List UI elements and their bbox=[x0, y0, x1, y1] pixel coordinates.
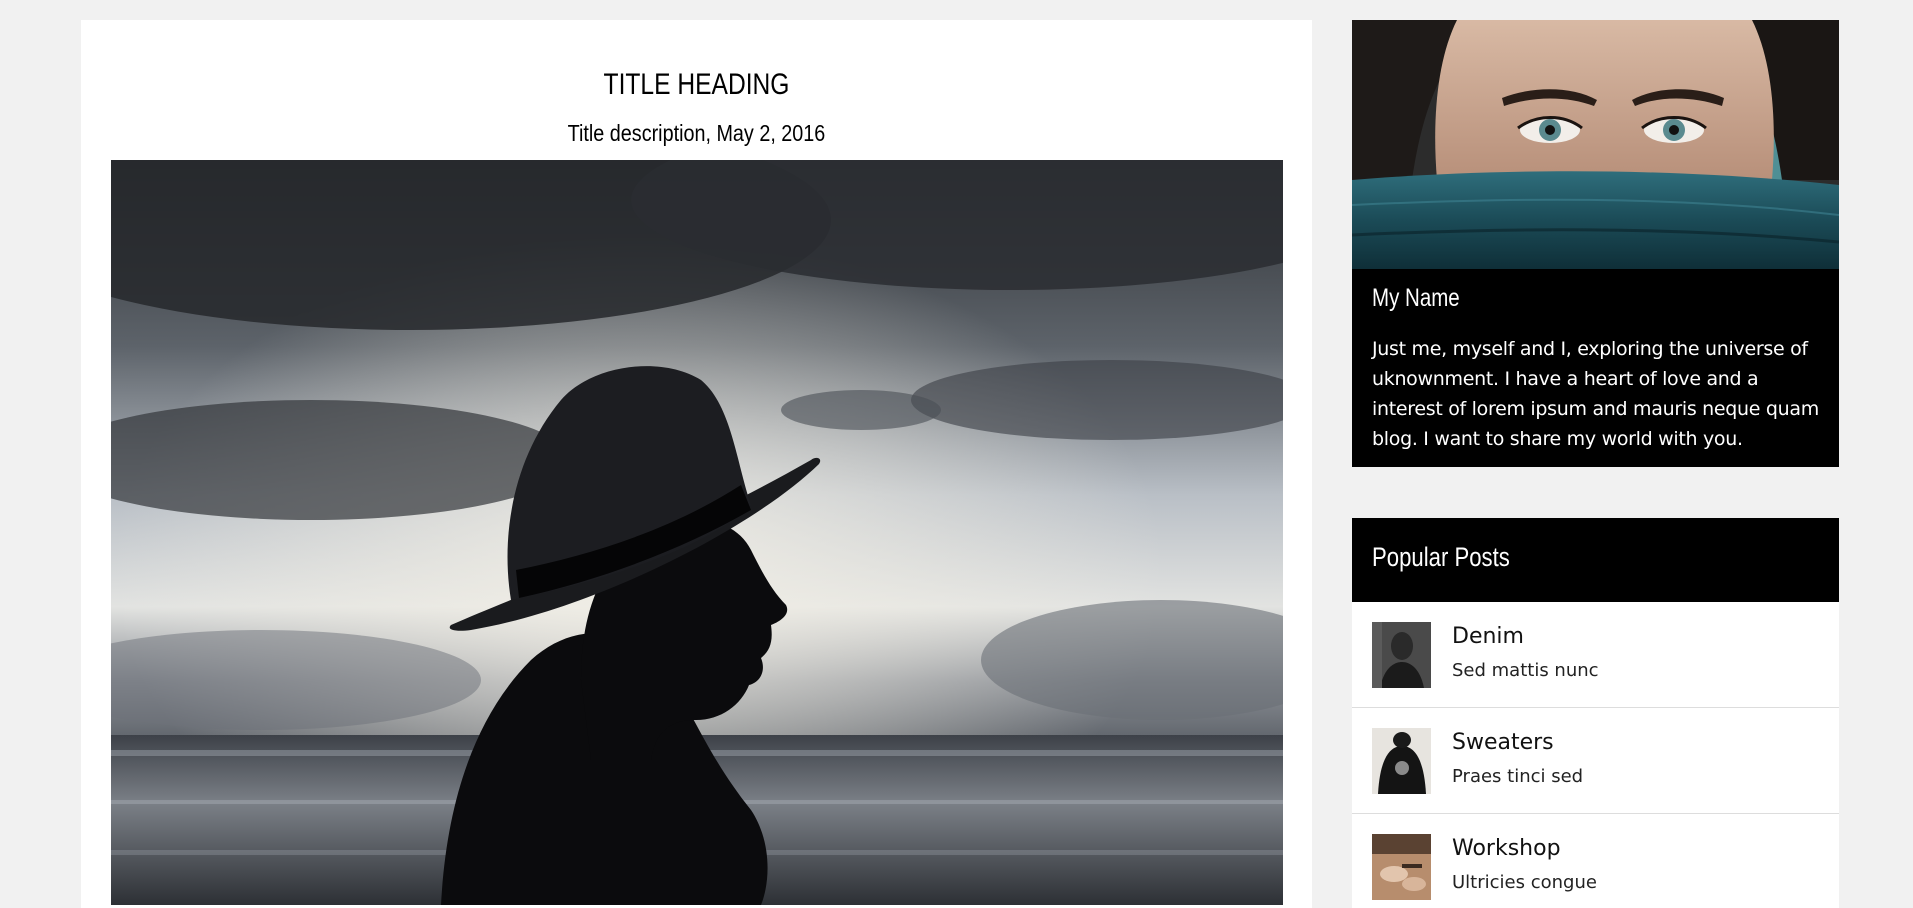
profile-name: My Name bbox=[1372, 284, 1460, 312]
hero-image bbox=[111, 160, 1283, 905]
profile-bio: Just me, myself and I, exploring the uni… bbox=[1372, 338, 1819, 450]
popular-posts-heading: Popular Posts bbox=[1372, 542, 1510, 572]
popular-posts-header: Popular Posts bbox=[1352, 518, 1839, 602]
hero-image-illustration bbox=[111, 160, 1283, 905]
workshop-thumb-icon bbox=[1372, 834, 1431, 900]
popular-post-subtitle: Ultricies congue bbox=[1452, 872, 1597, 893]
profile-photo bbox=[1352, 20, 1839, 269]
popular-post-title: Workshop bbox=[1452, 836, 1561, 861]
popular-post-subtitle: Praes tinci sed bbox=[1452, 766, 1584, 787]
about-card: My Name Just me, myself and I, exploring… bbox=[1352, 20, 1839, 467]
popular-post-item[interactable]: Sweaters Praes tinci sed bbox=[1352, 708, 1839, 814]
popular-post-title: Denim bbox=[1452, 624, 1524, 649]
popular-posts-card: Popular Posts Denim Sed mattis nunc Swea… bbox=[1352, 518, 1839, 908]
page: TITLE HEADING Title description, May 2, … bbox=[0, 0, 1913, 908]
main-post-card: TITLE HEADING Title description, May 2, … bbox=[81, 20, 1312, 908]
post-title: TITLE HEADING bbox=[603, 68, 790, 101]
sweater-thumb-icon bbox=[1372, 728, 1431, 794]
popular-post-title: Sweaters bbox=[1452, 730, 1554, 755]
popular-post-subtitle: Sed mattis nunc bbox=[1452, 660, 1599, 681]
post-description: Title description, May 2, 2016 bbox=[567, 120, 826, 146]
popular-post-item[interactable]: Denim Sed mattis nunc bbox=[1352, 602, 1839, 708]
portrait-thumb-icon bbox=[1372, 622, 1431, 688]
popular-post-item[interactable]: Workshop Ultricies congue bbox=[1352, 814, 1839, 908]
profile-photo-illustration bbox=[1352, 20, 1839, 269]
